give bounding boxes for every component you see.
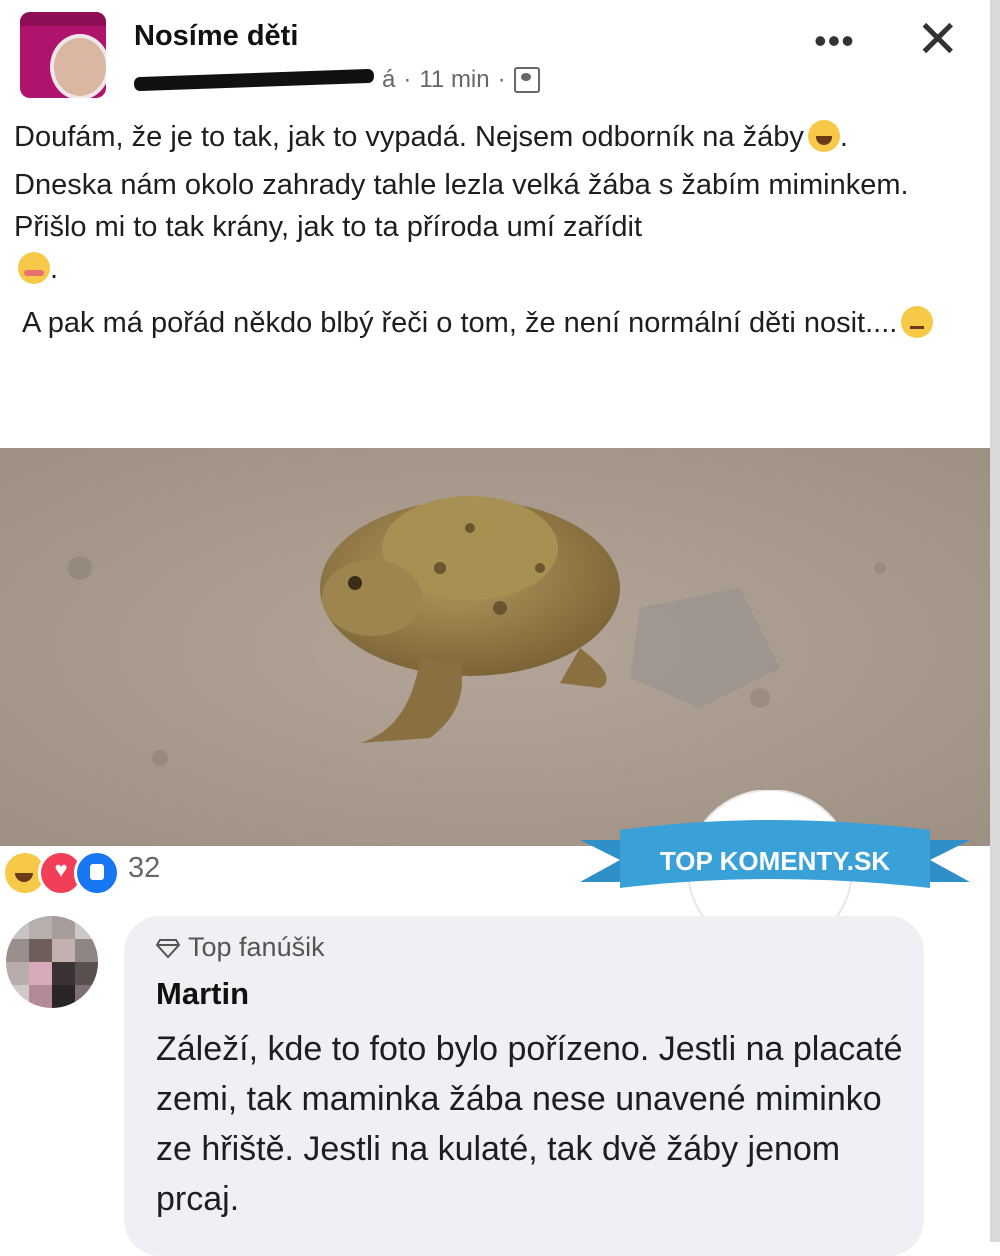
post-paragraph-3: A pak má pořád někdo blbý řeči o tom, že…: [14, 302, 984, 344]
reaction-icons: [2, 850, 120, 896]
more-options-button[interactable]: •••: [814, 20, 855, 62]
avatar-pixel: [52, 962, 75, 985]
comment-author[interactable]: Martin: [156, 976, 249, 1012]
page-avatar[interactable]: [20, 12, 106, 98]
post-paragraph-1: Doufám, že je to tak, jak to vypadá. Nej…: [14, 120, 848, 153]
page-name[interactable]: Nosíme děti: [134, 20, 298, 53]
avatar-pixel: [29, 985, 52, 1008]
avatar-pixel: [75, 962, 98, 985]
avatar-pixel: [6, 916, 29, 939]
comment-text: Záleží, kde to foto bylo pořízeno. Jestl…: [156, 1030, 903, 1218]
redacted-author: [133, 68, 375, 92]
reaction-count[interactable]: 32: [128, 852, 160, 885]
avatar-pixel: [75, 985, 98, 1008]
friends-icon: [513, 67, 540, 93]
close-button[interactable]: ✕: [916, 14, 960, 66]
top-fan-badge: Top fanúšik: [156, 932, 325, 963]
avatar-pixel: [52, 985, 75, 1008]
avatar-pixel: [29, 962, 52, 985]
meta-separator-2: ·: [497, 66, 506, 93]
toad-photo: [0, 448, 990, 846]
right-edge-border: [990, 0, 1000, 1242]
avatar-pixel: [29, 916, 52, 939]
commenter-avatar[interactable]: [6, 916, 98, 1008]
laugh-emoji-icon: [807, 120, 840, 152]
avatar-pixel: [52, 939, 75, 962]
post-meta: á · 11 min ·: [133, 66, 540, 94]
post-header: Nosíme děti á · 11 min · ••• ✕: [0, 0, 1000, 110]
watermark-text: TOP KOMENTY.SK: [660, 846, 890, 876]
diamond-icon: [156, 938, 180, 958]
badge-label: Top fanúšik: [188, 932, 325, 962]
post-paragraph-2: Dneska nám okolo zahrady tahle lezla vel…: [14, 169, 909, 285]
avatar-pixel: [29, 939, 52, 962]
avatar-pixel: [75, 916, 98, 939]
avatar-pixel: [6, 962, 29, 985]
blush-emoji-icon: [18, 252, 50, 284]
like-reaction-icon: [74, 850, 120, 896]
avatar-pixel: [52, 916, 75, 939]
author-suffix: á: [382, 66, 396, 93]
post-photo[interactable]: [0, 448, 990, 846]
avatar-face: [50, 34, 106, 98]
sad-emoji-icon: [901, 306, 934, 338]
post-text: Doufám, že je to tak, jak to vypadá. Nej…: [14, 116, 984, 350]
avatar-pixel: [6, 939, 29, 962]
avatar-pixel: [6, 985, 29, 1008]
avatar-pixel: [75, 939, 98, 962]
post-time[interactable]: 11 min: [419, 66, 489, 94]
avatar-banner: [20, 12, 106, 26]
meta-separator: ·: [403, 66, 412, 93]
